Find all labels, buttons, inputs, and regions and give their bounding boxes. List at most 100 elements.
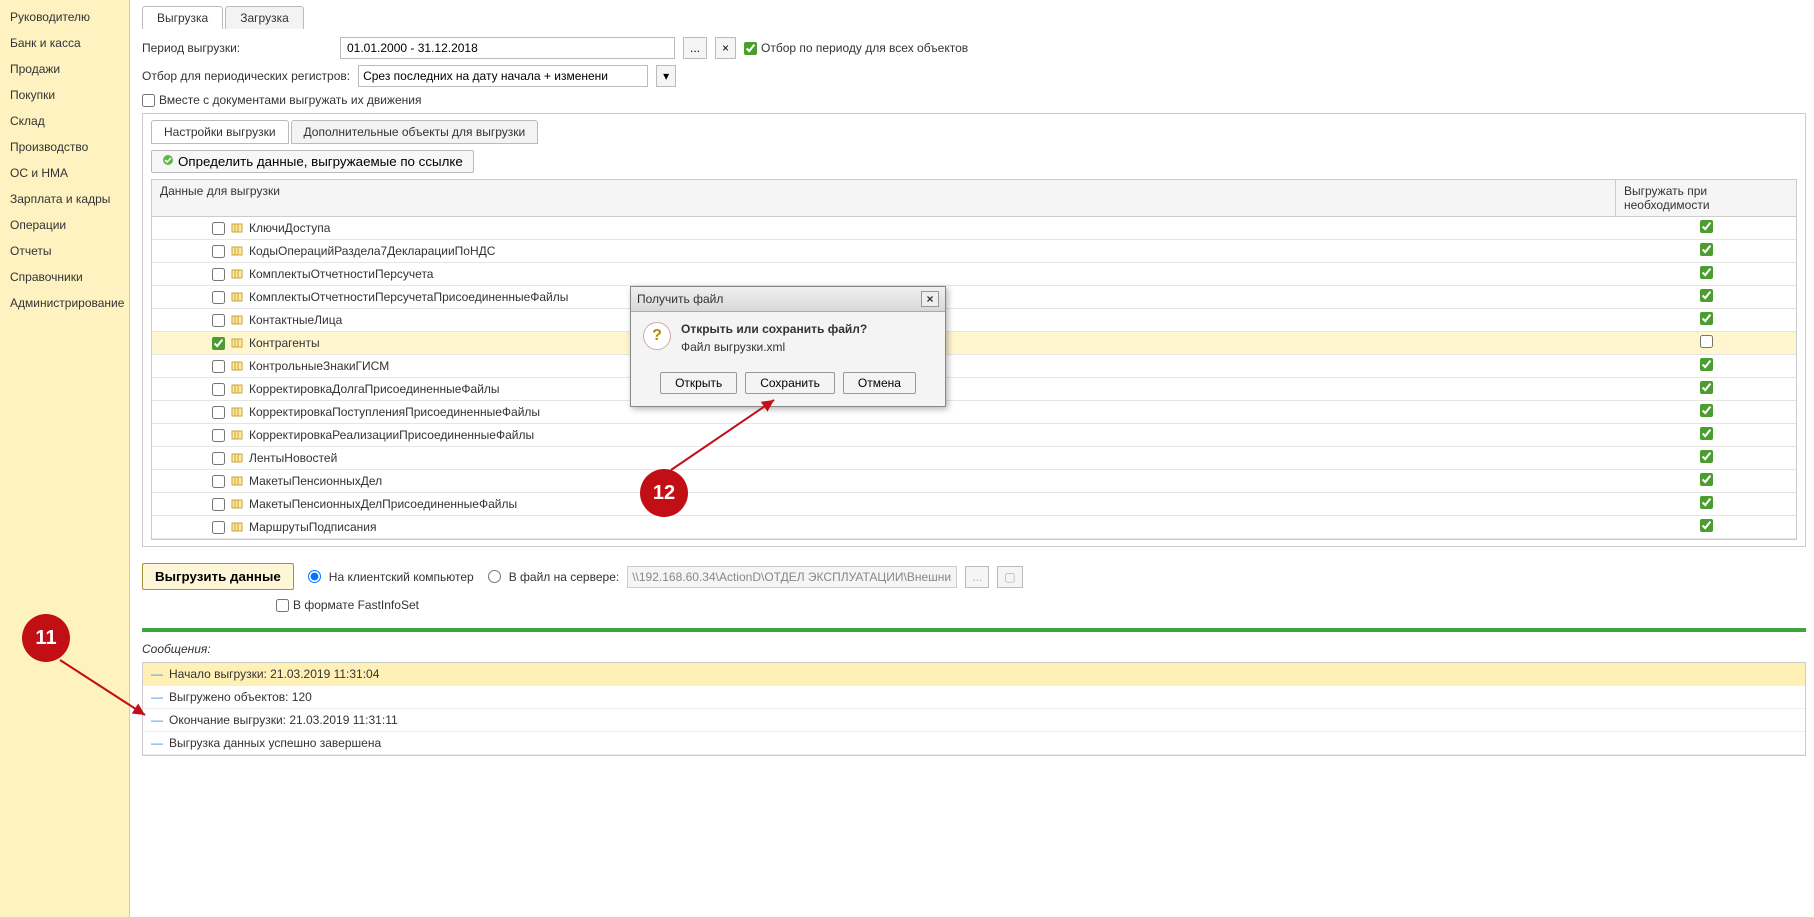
row-necessary-checkbox[interactable] bbox=[1700, 335, 1713, 348]
row-necessary-checkbox[interactable] bbox=[1700, 243, 1713, 256]
row-necessary-checkbox[interactable] bbox=[1700, 404, 1713, 417]
message-row: —Окончание выгрузки: 21.03.2019 11:31:11 bbox=[143, 709, 1805, 732]
period-clear-button[interactable]: × bbox=[715, 37, 736, 59]
row-name: КорректировкаДолгаПрисоединенныеФайлы bbox=[249, 382, 500, 396]
message-row: —Выгружено объектов: 120 bbox=[143, 686, 1805, 709]
radio-server[interactable] bbox=[488, 570, 501, 583]
row-export-checkbox[interactable] bbox=[212, 268, 225, 281]
radio-client[interactable] bbox=[308, 570, 321, 583]
table-row[interactable]: КонтактныеЛица bbox=[152, 309, 1796, 332]
catalog-icon bbox=[231, 429, 243, 441]
row-necessary-checkbox[interactable] bbox=[1700, 519, 1713, 532]
export-data-button[interactable]: Выгрузить данные bbox=[142, 563, 294, 590]
table-row[interactable]: ЛентыНовостей bbox=[152, 447, 1796, 470]
export-moves-label: Вместе с документами выгружать их движен… bbox=[159, 93, 422, 107]
export-moves-wrap[interactable]: Вместе с документами выгружать их движен… bbox=[142, 93, 422, 107]
row-export-checkbox[interactable] bbox=[212, 360, 225, 373]
row-necessary-checkbox[interactable] bbox=[1700, 496, 1713, 509]
table-row[interactable]: КонтрольныеЗнакиГИСМ bbox=[152, 355, 1796, 378]
fastinfo-wrap[interactable]: В формате FastInfoSet bbox=[276, 598, 419, 612]
table-row[interactable]: КорректировкаДолгаПрисоединенныеФайлы bbox=[152, 378, 1796, 401]
catalog-icon bbox=[231, 268, 243, 280]
table-row[interactable]: КодыОперацийРаздела7ДекларацииПоНДС bbox=[152, 240, 1796, 263]
subtab-settings[interactable]: Настройки выгрузки bbox=[151, 120, 289, 144]
row-export-checkbox[interactable] bbox=[212, 383, 225, 396]
table-row[interactable]: МакетыПенсионныхДел bbox=[152, 470, 1796, 493]
dialog-question: Открыть или сохранить файл? bbox=[681, 322, 867, 336]
row-necessary-checkbox[interactable] bbox=[1700, 381, 1713, 394]
row-export-checkbox[interactable] bbox=[212, 498, 225, 511]
catalog-icon bbox=[231, 360, 243, 372]
dialog-open-button[interactable]: Открыть bbox=[660, 372, 737, 394]
sidebar-item[interactable]: Покупки bbox=[0, 82, 129, 108]
table-row[interactable]: МакетыПенсионныхДелПрисоединенныеФайлы bbox=[152, 493, 1796, 516]
period-ellipsis-button[interactable]: ... bbox=[683, 37, 707, 59]
radio-client-wrap[interactable]: На клиентский компьютер bbox=[302, 570, 474, 584]
sidebar-item[interactable]: Справочники bbox=[0, 264, 129, 290]
sidebar-item[interactable]: Производство bbox=[0, 134, 129, 160]
radio-server-label: В файл на сервере: bbox=[509, 570, 620, 584]
row-export-checkbox[interactable] bbox=[212, 314, 225, 327]
table-row[interactable]: МаршрутыПодписания bbox=[152, 516, 1796, 539]
subtab-additional[interactable]: Дополнительные объекты для выгрузки bbox=[291, 120, 539, 144]
sidebar-item[interactable]: Администрирование bbox=[0, 290, 129, 316]
periodic-dropdown-button[interactable]: ▾ bbox=[656, 65, 676, 87]
sidebar-item[interactable]: Отчеты bbox=[0, 238, 129, 264]
sidebar-item[interactable]: Банк и касса bbox=[0, 30, 129, 56]
sidebar-item[interactable]: ОС и НМА bbox=[0, 160, 129, 186]
table-row[interactable]: КорректировкаПоступленияПрисоединенныеФа… bbox=[152, 401, 1796, 424]
row-necessary-checkbox[interactable] bbox=[1700, 450, 1713, 463]
determine-data-button[interactable]: Определить данные, выгружаемые по ссылке bbox=[151, 150, 474, 173]
catalog-icon bbox=[231, 314, 243, 326]
dialog-save-button[interactable]: Сохранить bbox=[745, 372, 835, 394]
sidebar-item[interactable]: Продажи bbox=[0, 56, 129, 82]
period-input[interactable] bbox=[340, 37, 675, 59]
catalog-icon bbox=[231, 521, 243, 533]
fastinfo-label: В формате FastInfoSet bbox=[293, 598, 419, 612]
row-export-checkbox[interactable] bbox=[212, 245, 225, 258]
dash-icon: — bbox=[151, 736, 163, 750]
table-row[interactable]: КомплектыОтчетностиПерсучета bbox=[152, 263, 1796, 286]
catalog-icon bbox=[231, 498, 243, 510]
question-icon: ? bbox=[643, 322, 671, 350]
row-export-checkbox[interactable] bbox=[212, 291, 225, 304]
table-row[interactable]: Контрагенты bbox=[152, 332, 1796, 355]
row-export-checkbox[interactable] bbox=[212, 521, 225, 534]
row-export-checkbox[interactable] bbox=[212, 406, 225, 419]
row-export-checkbox[interactable] bbox=[212, 429, 225, 442]
radio-server-wrap[interactable]: В файл на сервере: bbox=[482, 570, 620, 584]
row-name: КодыОперацийРаздела7ДекларацииПоНДС bbox=[249, 244, 495, 258]
sidebar-item[interactable]: Склад bbox=[0, 108, 129, 134]
periodic-select[interactable] bbox=[358, 65, 648, 87]
row-necessary-checkbox[interactable] bbox=[1700, 266, 1713, 279]
catalog-icon bbox=[231, 222, 243, 234]
filter-all-checkbox-wrap[interactable]: Отбор по периоду для всех объектов bbox=[744, 41, 968, 55]
sidebar-item[interactable]: Руководителю bbox=[0, 4, 129, 30]
tab-import[interactable]: Загрузка bbox=[225, 6, 304, 29]
table-row[interactable]: КлючиДоступа bbox=[152, 217, 1796, 240]
row-export-checkbox[interactable] bbox=[212, 222, 225, 235]
filter-all-checkbox[interactable] bbox=[744, 42, 757, 55]
row-export-checkbox[interactable] bbox=[212, 452, 225, 465]
dialog-close-button[interactable]: × bbox=[921, 291, 939, 307]
main-area: Выгрузка Загрузка Период выгрузки: ... ×… bbox=[130, 0, 1814, 917]
table-row[interactable]: КомплектыОтчетностиПерсучетаПрисоединенн… bbox=[152, 286, 1796, 309]
row-necessary-checkbox[interactable] bbox=[1700, 312, 1713, 325]
row-name: ЛентыНовостей bbox=[249, 451, 337, 465]
row-export-checkbox[interactable] bbox=[212, 475, 225, 488]
row-necessary-checkbox[interactable] bbox=[1700, 427, 1713, 440]
fastinfo-checkbox[interactable] bbox=[276, 599, 289, 612]
export-moves-checkbox[interactable] bbox=[142, 94, 155, 107]
tab-export[interactable]: Выгрузка bbox=[142, 6, 223, 29]
row-necessary-checkbox[interactable] bbox=[1700, 358, 1713, 371]
sidebar-item[interactable]: Операции bbox=[0, 212, 129, 238]
row-necessary-checkbox[interactable] bbox=[1700, 220, 1713, 233]
dialog-cancel-button[interactable]: Отмена bbox=[843, 372, 916, 394]
row-necessary-checkbox[interactable] bbox=[1700, 473, 1713, 486]
determine-data-label: Определить данные, выгружаемые по ссылке bbox=[178, 154, 463, 169]
sidebar-item[interactable]: Зарплата и кадры bbox=[0, 186, 129, 212]
row-name: КомплектыОтчетностиПерсучета bbox=[249, 267, 433, 281]
table-row[interactable]: КорректировкаРеализацииПрисоединенныеФай… bbox=[152, 424, 1796, 447]
row-necessary-checkbox[interactable] bbox=[1700, 289, 1713, 302]
row-export-checkbox[interactable] bbox=[212, 337, 225, 350]
